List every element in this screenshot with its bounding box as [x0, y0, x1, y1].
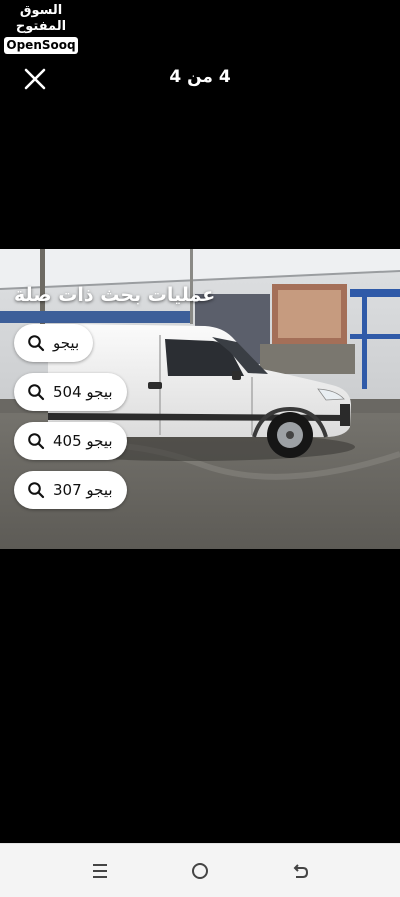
related-search-chip[interactable]: بيجو 307 — [14, 471, 127, 509]
search-icon — [28, 482, 45, 499]
recents-button[interactable] — [86, 857, 114, 885]
logo-arabic-text: السوق المفتوح — [15, 3, 67, 34]
related-search-label: بيجو — [53, 334, 80, 352]
close-button[interactable] — [22, 66, 48, 92]
related-search-label: بيجو 307 — [53, 481, 113, 499]
home-button[interactable] — [186, 857, 214, 885]
related-search-label: بيجو 504 — [53, 383, 113, 401]
search-icon — [28, 384, 45, 401]
related-search-chip[interactable]: بيجو 504 — [14, 373, 127, 411]
back-button[interactable] — [286, 857, 314, 885]
related-search-chip[interactable]: بيجو 405 — [14, 422, 127, 460]
system-navigation-bar — [0, 843, 400, 897]
search-icon — [28, 335, 45, 352]
logo-english-text: OpenSooq — [4, 37, 78, 54]
related-search-label: بيجو 405 — [53, 432, 113, 450]
home-icon — [192, 863, 208, 879]
related-searches-title: عمليات بحث ذات صلة — [14, 284, 216, 306]
close-icon — [24, 68, 46, 90]
opensooq-logo: السوق المفتوح OpenSooq — [4, 3, 78, 54]
back-icon — [293, 864, 309, 878]
image-counter: 4 من 4 — [169, 67, 231, 87]
recents-icon — [93, 864, 107, 878]
search-icon — [28, 433, 45, 450]
related-search-chip[interactable]: بيجو — [14, 324, 94, 362]
